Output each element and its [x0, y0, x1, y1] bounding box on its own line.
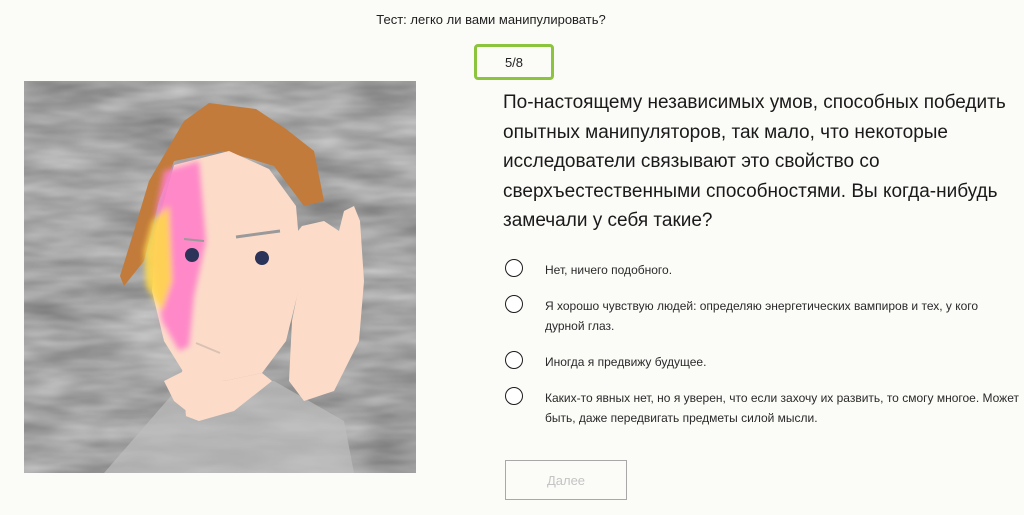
question-text: По-настоящему независимых умов, способны… — [503, 92, 1006, 231]
answer-label: Иногда я предвижу будущее. — [545, 355, 707, 369]
answer-options: Нет, ничего подобного. Я хорошо чувствую… — [505, 258, 1020, 442]
left-eye — [185, 248, 199, 262]
answer-option[interactable]: Иногда я предвижу будущее. — [505, 350, 1020, 372]
answer-label: Нет, ничего подобного. — [545, 263, 673, 277]
radio-button[interactable] — [505, 351, 523, 369]
page-title: Тест: легко ли вами манипулировать? — [376, 12, 606, 27]
answer-option[interactable]: Каких-то явных нет, но я уверен, что есл… — [505, 386, 1020, 428]
answer-option[interactable]: Нет, ничего подобного. — [505, 258, 1020, 280]
answer-option[interactable]: Я хорошо чувствую людей: определяю энерг… — [505, 294, 1020, 336]
portrait-illustration — [24, 81, 416, 473]
radio-button[interactable] — [505, 295, 523, 313]
answer-label: Каких-то явных нет, но я уверен, что есл… — [545, 391, 1019, 425]
radio-button[interactable] — [505, 259, 523, 277]
progress-counter: 5/8 — [474, 44, 554, 80]
answer-label: Я хорошо чувствую людей: определяю энерг… — [545, 299, 979, 333]
next-button[interactable]: Далее — [505, 460, 627, 500]
radio-button[interactable] — [505, 387, 523, 405]
right-eye — [255, 251, 269, 265]
